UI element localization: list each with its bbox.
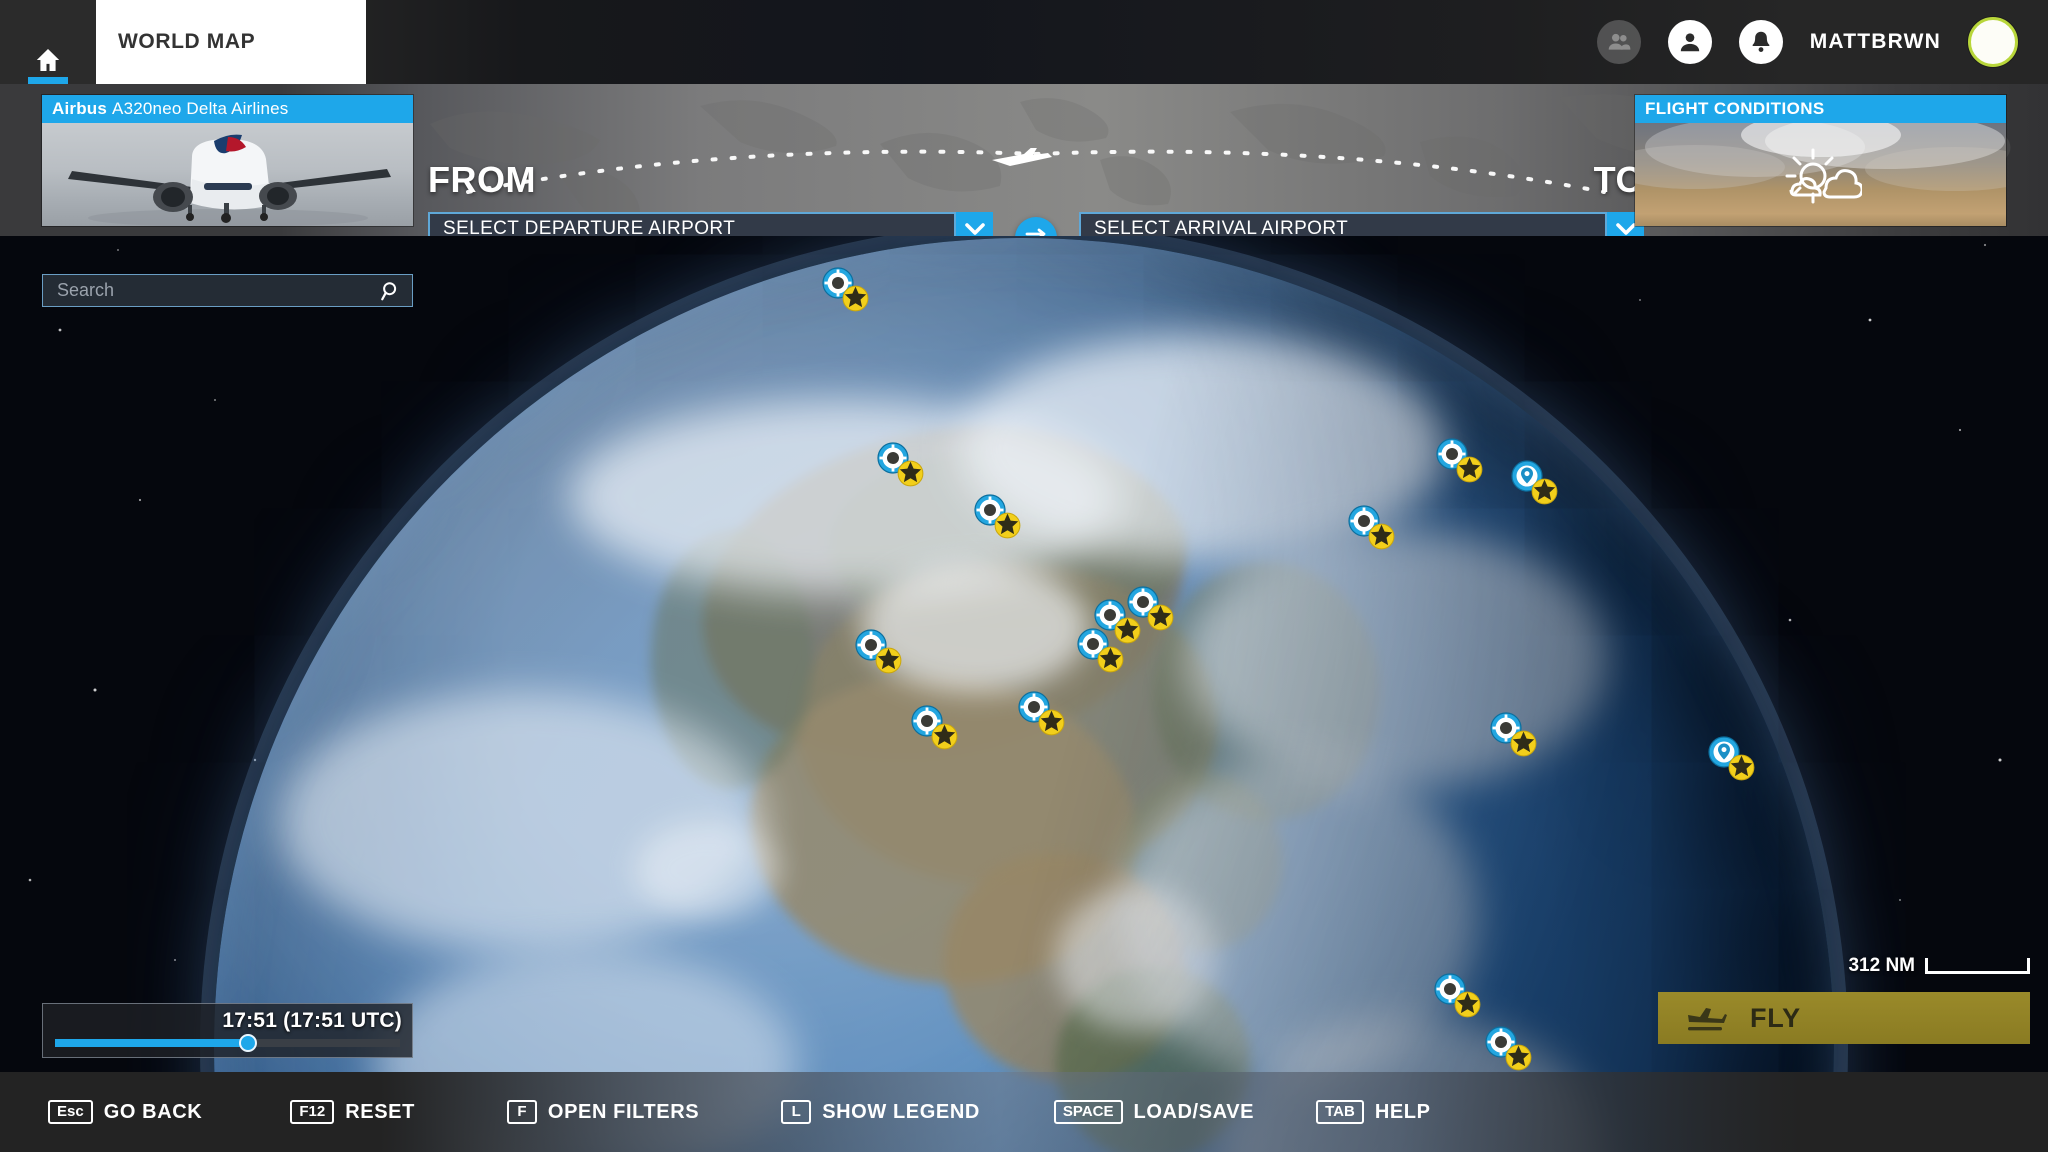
command-load-save-keycap: SPACE [1053, 1099, 1123, 1125]
command-load-save[interactable]: SPACE LOAD/SAVE [1053, 1099, 1255, 1125]
airport-marker[interactable] [818, 263, 869, 312]
time-slider-fill [55, 1039, 249, 1047]
arrival-airport-value[interactable]: SELECT ARRIVAL AIRPORT [1079, 212, 1607, 236]
time-slider-knob[interactable] [239, 1034, 258, 1052]
user-avatar[interactable] [1968, 17, 2018, 67]
tab-world-map[interactable]: WORLD MAP [96, 0, 366, 84]
chevron-down-icon[interactable] [956, 212, 993, 236]
favorite-star-icon [931, 723, 958, 750]
flight-conditions-title: FLIGHT CONDITIONS [1635, 95, 2006, 123]
swap-arrows-icon[interactable] [1015, 217, 1057, 236]
command-show-legend-keycap: L [781, 1099, 812, 1125]
command-go-back-label: GO BACK [103, 1100, 203, 1123]
username-label: MATTBRWN [1809, 30, 1941, 53]
sun-behind-cloud-icon [1785, 148, 1862, 203]
command-open-filters-keycap: F [506, 1099, 537, 1125]
favorite-star-icon [1728, 754, 1755, 781]
command-help-label: HELP [1374, 1100, 1431, 1123]
poi-marker[interactable] [1507, 456, 1558, 505]
command-reset-keycap: F12 [290, 1099, 335, 1125]
airport-marker[interactable] [1014, 687, 1065, 736]
aircraft-brand: Airbus [52, 99, 108, 118]
route-panel: FROM SELECT DEPARTURE AIRPORT RUNWAY [428, 148, 1644, 236]
flight-conditions-card[interactable]: FLIGHT CONDITIONS [1635, 95, 2006, 226]
fly-button-label: FLY [1750, 1002, 1801, 1033]
departure-airport-value[interactable]: SELECT DEPARTURE AIRPORT [428, 212, 956, 236]
home-icon [36, 49, 60, 71]
airport-marker[interactable] [1486, 708, 1537, 757]
command-open-filters[interactable]: F OPEN FILTERS [506, 1099, 700, 1125]
command-open-filters-label: OPEN FILTERS [547, 1100, 700, 1123]
time-display: 17:51 (17:51 UTC) [222, 1009, 402, 1032]
favorite-star-icon [1454, 991, 1481, 1018]
airport-marker[interactable] [1430, 969, 1481, 1018]
map-scale-bar: 312 NM [1848, 955, 2030, 977]
home-tab[interactable] [0, 0, 96, 84]
command-help[interactable]: TAB HELP [1316, 1099, 1431, 1125]
favorite-star-icon [1531, 478, 1558, 505]
friends-icon[interactable] [1596, 20, 1641, 64]
time-of-day-control[interactable]: 17:51 (17:51 UTC) [42, 1003, 413, 1058]
tab-world-map-label: WORLD MAP [118, 30, 256, 53]
profile-icon[interactable] [1667, 20, 1712, 64]
flight-plan-bar: Airbus A320neo Delta Airlines FROM SELEC… [0, 84, 2048, 236]
airport-marker[interactable] [1481, 1022, 1532, 1071]
airport-marker[interactable] [907, 701, 958, 750]
airport-marker[interactable] [1432, 434, 1483, 483]
favorite-star-icon [1368, 523, 1395, 550]
command-show-legend[interactable]: L SHOW LEGEND [781, 1099, 980, 1125]
command-reset-label: RESET [345, 1100, 415, 1123]
departure-section: FROM SELECT DEPARTURE AIRPORT RUNWAY [428, 162, 993, 236]
command-show-legend-label: SHOW LEGEND [822, 1100, 980, 1123]
aircraft-model: A320neo Delta Airlines [112, 99, 289, 118]
favorite-star-icon [1147, 604, 1174, 631]
fly-button[interactable]: FLY [1658, 992, 2030, 1044]
command-load-save-label: LOAD/SAVE [1133, 1100, 1255, 1123]
aircraft-card[interactable]: Airbus A320neo Delta Airlines [42, 95, 413, 226]
poi-marker[interactable] [1704, 732, 1755, 781]
airport-marker[interactable] [873, 438, 924, 487]
from-label: FROM [428, 159, 536, 200]
arrival-section: TO SELECT ARRIVAL AIRPORT RUNWAY [1079, 162, 1644, 236]
time-slider-track[interactable] [55, 1034, 400, 1052]
scale-ruler [1925, 958, 2030, 974]
top-navigation-bar: WORLD MAP MATTBRWN [0, 0, 2048, 84]
airport-marker[interactable] [1344, 501, 1395, 550]
arrival-airport-select[interactable]: SELECT ARRIVAL AIRPORT [1079, 212, 1644, 236]
bottom-command-bar: Esc GO BACK F12 RESET F OPEN FILTERS L SHOW LEG… [0, 1072, 2048, 1152]
command-go-back-keycap: Esc [48, 1099, 93, 1125]
command-help-keycap: TAB [1316, 1099, 1364, 1125]
active-tab-indicator [28, 77, 68, 84]
airport-marker[interactable] [851, 625, 902, 674]
airport-marker[interactable] [1073, 624, 1124, 673]
favorite-star-icon [1510, 730, 1537, 757]
swap-column [993, 162, 1079, 236]
command-reset[interactable]: F12 RESET [290, 1099, 415, 1125]
notifications-icon[interactable] [1738, 20, 1783, 64]
favorite-star-icon [1097, 646, 1124, 673]
command-go-back[interactable]: Esc GO BACK [48, 1099, 203, 1125]
favorite-star-icon [1038, 709, 1065, 736]
departure-airport-select[interactable]: SELECT DEPARTURE AIRPORT [428, 212, 993, 236]
search-box[interactable] [42, 274, 413, 307]
airport-marker[interactable] [1123, 582, 1174, 631]
topbar-actions: MATTBRWN [1596, 0, 2048, 84]
aircraft-title-bar: Airbus A320neo Delta Airlines [42, 95, 413, 123]
airport-marker[interactable] [970, 490, 1021, 539]
favorite-star-icon [994, 512, 1021, 539]
scale-distance-label: 312 NM [1848, 955, 1915, 976]
search-input[interactable] [57, 280, 380, 301]
favorite-star-icon [897, 460, 924, 487]
to-label: TO [1593, 159, 1644, 200]
flight-conditions-preview [1635, 123, 2006, 226]
search-icon[interactable] [380, 280, 402, 302]
favorite-star-icon [842, 285, 869, 312]
takeoff-plane-icon [1688, 1008, 1727, 1031]
favorite-star-icon [875, 647, 902, 674]
favorite-star-icon [1505, 1044, 1532, 1071]
aircraft-preview-image [42, 123, 413, 226]
favorite-star-icon [1456, 456, 1483, 483]
